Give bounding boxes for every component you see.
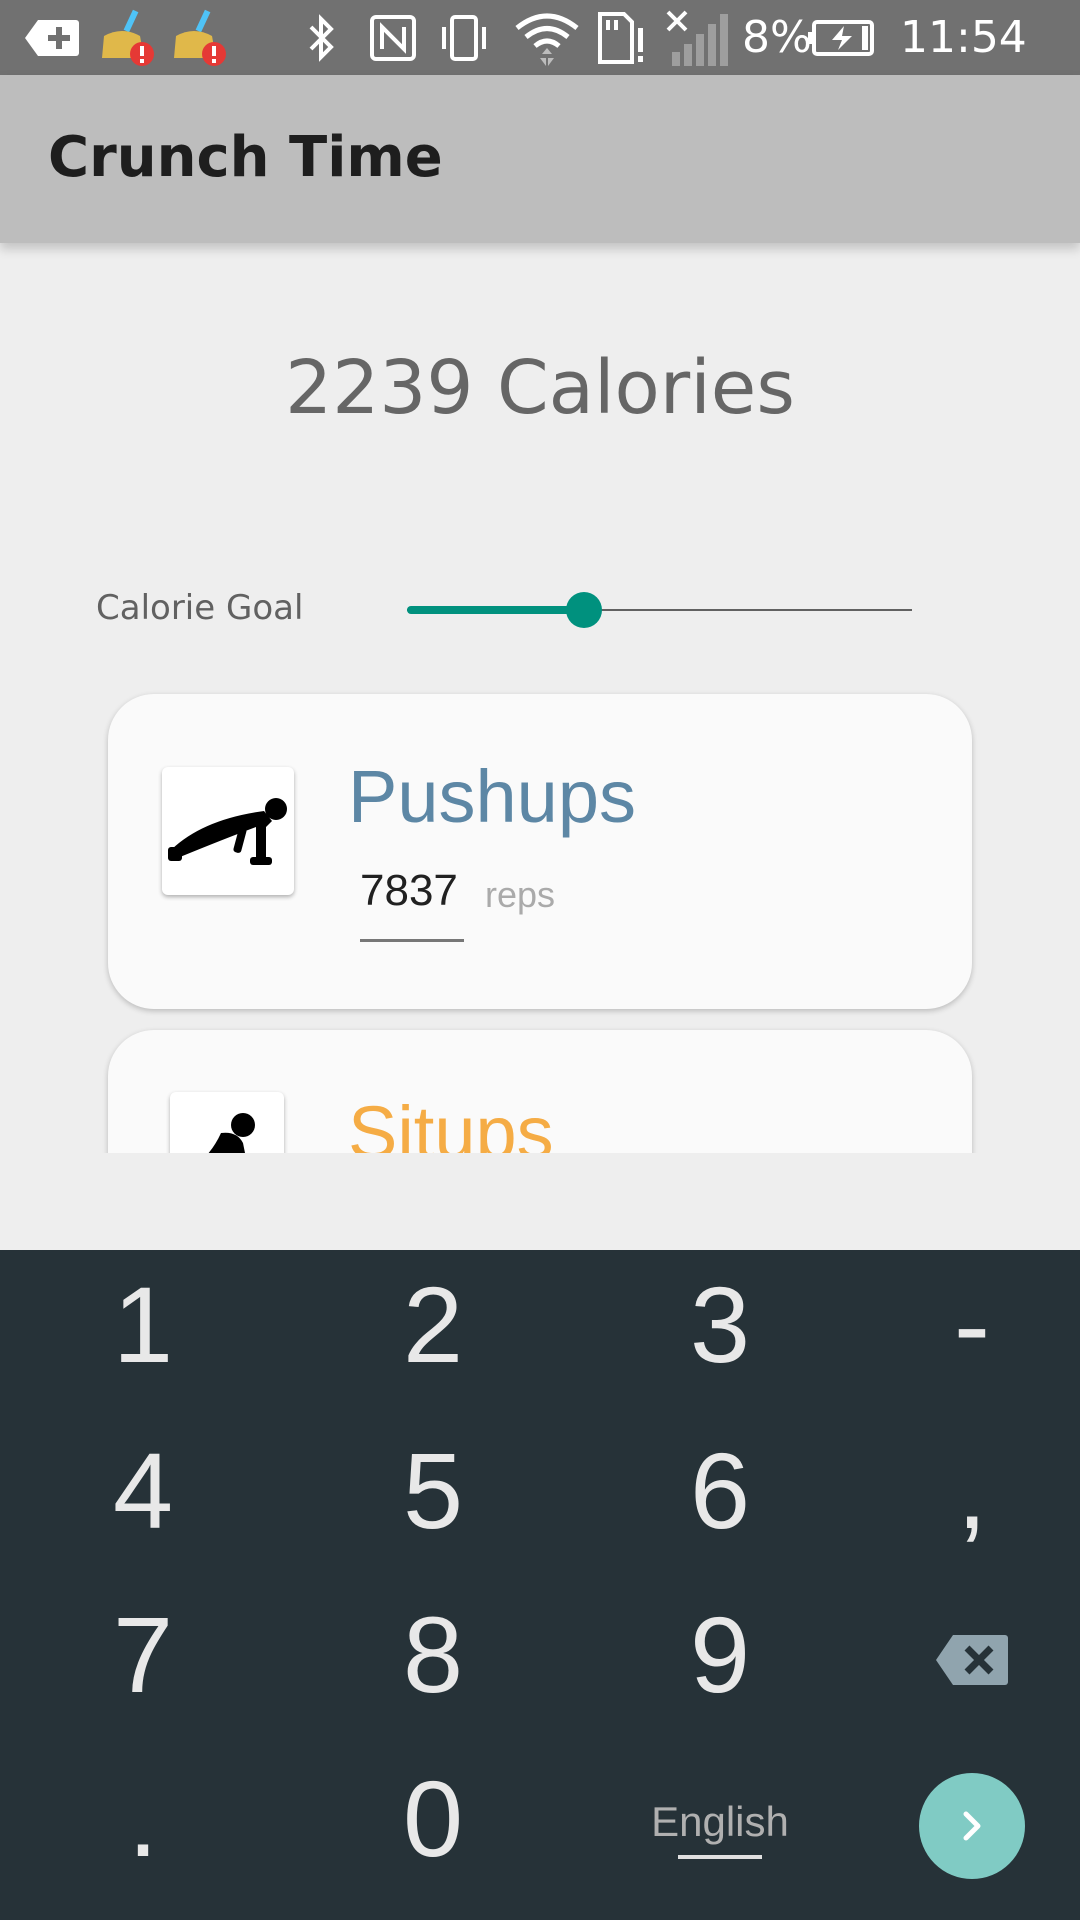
add-notification-icon <box>22 8 82 68</box>
reps-input[interactable]: 7837 <box>360 866 458 916</box>
next-button[interactable] <box>919 1773 1025 1879</box>
no-signal-icon <box>664 8 730 68</box>
battery-percent: 8% <box>742 12 812 63</box>
exercise-card-pushups[interactable]: Pushups 7837 reps <box>108 694 972 1009</box>
vibrate-icon <box>434 8 494 68</box>
pushup-silhouette-icon <box>162 767 294 895</box>
app-title: Crunch Time <box>48 125 443 190</box>
app-bar: Crunch Time <box>0 75 1080 243</box>
key-4[interactable]: 4 <box>43 1428 243 1553</box>
battery-charging-icon <box>808 8 876 68</box>
chevron-right-icon <box>963 1811 981 1841</box>
key-1[interactable]: 1 <box>43 1262 243 1387</box>
nfc-icon <box>368 8 418 68</box>
wifi-icon <box>512 8 582 68</box>
calorie-goal-slider[interactable] <box>407 590 912 630</box>
exercise-list[interactable]: Pushups 7837 reps Situps <box>0 690 1080 1153</box>
reps-input-underline <box>360 939 464 942</box>
cleaner-alert-icon <box>170 8 230 68</box>
key-3[interactable]: 3 <box>620 1262 820 1387</box>
exercise-name: Pushups <box>348 755 636 838</box>
key-2[interactable]: 2 <box>333 1262 533 1387</box>
exercise-card-situps[interactable]: Situps <box>108 1030 972 1153</box>
backspace-icon[interactable] <box>935 1633 1009 1687</box>
clock-hours: 11:54 <box>900 12 1027 63</box>
slider-thumb[interactable] <box>565 592 602 628</box>
situp-silhouette-icon <box>170 1092 284 1153</box>
calorie-goal-label: Calorie Goal <box>96 588 304 628</box>
sd-card-alert-icon <box>594 8 650 68</box>
status-bar: 8% 11:54 PM <box>0 0 1080 111</box>
calories-total: 2239 Calories <box>285 345 795 431</box>
reps-unit-label: reps <box>485 874 556 915</box>
key-7[interactable]: 7 <box>43 1592 243 1717</box>
slider-fill <box>407 606 584 614</box>
key-5[interactable]: 5 <box>333 1428 533 1553</box>
language-indicator <box>678 1855 762 1859</box>
bluetooth-icon <box>302 8 342 68</box>
cleaner-alert-icon <box>98 8 158 68</box>
exercise-name: Situps <box>348 1091 554 1153</box>
key-0[interactable]: 0 <box>333 1756 533 1881</box>
key-comma[interactable]: , <box>872 1428 1072 1553</box>
key-6[interactable]: 6 <box>620 1428 820 1553</box>
key-minus[interactable]: - <box>872 1262 1072 1387</box>
key-period[interactable]: . <box>43 1756 243 1881</box>
language-key[interactable]: English <box>620 1798 820 1846</box>
key-9[interactable]: 9 <box>620 1592 820 1717</box>
key-8[interactable]: 8 <box>333 1592 533 1717</box>
